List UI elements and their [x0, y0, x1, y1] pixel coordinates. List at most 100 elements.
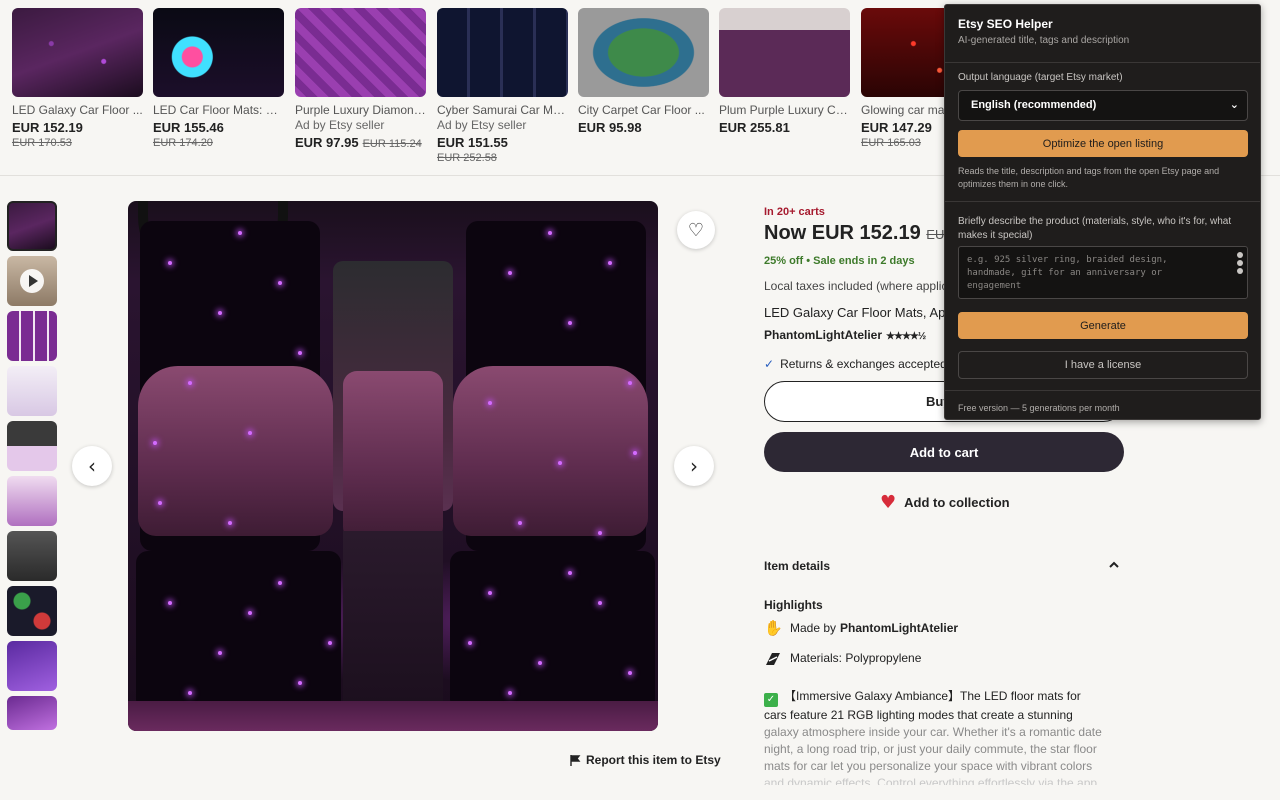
- recommendation-image[interactable]: [12, 8, 143, 97]
- star-light: [153, 441, 157, 445]
- description-line: galaxy atmosphere inside your car. Wheth…: [764, 725, 1102, 739]
- image-thumbnail-app[interactable]: [7, 366, 57, 416]
- star-light: [628, 671, 632, 675]
- recommendation-card[interactable]: Cyber Samurai Car Mat... Ad by Etsy selle…: [437, 8, 568, 164]
- star-light: [188, 381, 192, 385]
- recommendation-title[interactable]: Cyber Samurai Car Mat...: [437, 103, 568, 117]
- star-light: [168, 261, 172, 265]
- next-image-button[interactable]: ›: [674, 446, 714, 486]
- image-thumbnail-controller[interactable]: [7, 421, 57, 471]
- star-light: [278, 581, 282, 585]
- recommendation-title[interactable]: LED Car Floor Mats: St...: [153, 103, 284, 117]
- recommendation-title[interactable]: City Carpet Car Floor ...: [578, 103, 709, 117]
- recommendation-price: EUR 255.81: [719, 120, 850, 135]
- price-value: EUR 255.81: [719, 120, 790, 135]
- generate-button[interactable]: Generate: [958, 312, 1248, 339]
- add-to-collection-button[interactable]: ♥ Add to collection: [880, 492, 1010, 513]
- recommendation-card[interactable]: Purple Luxury Diamond... Ad by Etsy selle…: [295, 8, 426, 150]
- ad-label: Ad by Etsy seller: [295, 118, 385, 132]
- star-rating: ★★★★½: [886, 331, 926, 342]
- flag-icon: [570, 754, 581, 766]
- seo-helper-panel: Etsy SEO Helper AI-generated title, tags…: [944, 4, 1261, 420]
- recommendation-image[interactable]: [153, 8, 284, 97]
- recommendation-card[interactable]: LED Galaxy Car Floor ... EUR 152.19 EUR 17…: [12, 8, 143, 149]
- front-left-seat: [138, 366, 333, 536]
- checkmark-icon: ✓: [764, 357, 775, 371]
- star-light: [468, 641, 472, 645]
- rear-right-mat: [450, 551, 655, 711]
- star-light: [633, 451, 637, 455]
- discount-label: 25% off: [764, 255, 804, 267]
- image-thumbnail-purple2[interactable]: [7, 696, 57, 730]
- highlights-heading: Highlights: [764, 598, 823, 612]
- star-light: [538, 661, 542, 665]
- shop-name-link[interactable]: PhantomLightAtelier: [764, 328, 882, 342]
- image-thumbnail-lifestyle[interactable]: [7, 476, 57, 526]
- star-light: [238, 231, 242, 235]
- made-by-shop[interactable]: PhantomLightAtelier: [840, 621, 958, 635]
- old-price: EUR 174.20: [153, 137, 213, 149]
- star-light: [598, 531, 602, 535]
- recommendation-image[interactable]: [437, 8, 568, 97]
- star-light: [158, 501, 162, 505]
- image-thumbnail-multi[interactable]: [7, 586, 57, 636]
- recommendation-card[interactable]: City Carpet Car Floor ... EUR 95.98: [578, 8, 709, 135]
- recommendation-card[interactable]: Plum Purple Luxury Cu... EUR 255.81: [719, 8, 850, 135]
- recommendation-card[interactable]: LED Car Floor Mats: St... EUR 155.46 EUR 1…: [153, 8, 284, 149]
- chevron-right-icon: ›: [690, 454, 698, 478]
- panel-subtitle: AI-generated title, tags and description: [958, 35, 1130, 46]
- price-value: EUR 97.95: [295, 135, 359, 150]
- description-line: cars feature 21 RGB lighting modes that …: [764, 708, 1073, 722]
- favorite-button[interactable]: ♡: [677, 211, 715, 249]
- recommendation-image[interactable]: [719, 8, 850, 97]
- star-light: [508, 271, 512, 275]
- star-light: [218, 311, 222, 315]
- price-value: EUR 95.98: [578, 120, 642, 135]
- report-item-link[interactable]: Report this item to Etsy: [570, 753, 721, 767]
- item-details-toggle[interactable]: Item details: [764, 559, 1124, 573]
- materials-label: Materials: Polypropylene: [790, 651, 922, 665]
- item-description: ✓ 【Immersive Galaxy Ambiance】The LED floo…: [764, 688, 1126, 785]
- previous-image-button[interactable]: ‹: [72, 446, 112, 486]
- hand-icon: ✋: [764, 619, 783, 637]
- ad-label: Ad by Etsy seller: [437, 118, 527, 132]
- description-line: mats for car let you personalize your sp…: [764, 759, 1093, 773]
- recommendation-title[interactable]: Purple Luxury Diamond...: [295, 103, 426, 117]
- main-product-image[interactable]: [128, 201, 658, 731]
- recommendation-title[interactable]: Plum Purple Luxury Cu...: [719, 103, 850, 117]
- language-value: English (recommended): [971, 99, 1097, 111]
- star-light: [248, 431, 252, 435]
- divider: [945, 390, 1260, 391]
- star-light: [298, 351, 302, 355]
- recommendation-image[interactable]: [578, 8, 709, 97]
- divider: [945, 62, 1260, 63]
- recommendation-title[interactable]: LED Galaxy Car Floor ...: [12, 103, 143, 117]
- price-now: Now EUR 152.19: [764, 222, 921, 244]
- product-description-input[interactable]: e.g. 925 silver ring, braided design, ha…: [958, 246, 1248, 299]
- collection-label: Add to collection: [904, 495, 1010, 510]
- image-thumbnail-dark[interactable]: [7, 531, 57, 581]
- image-thumbnail-galaxy-grid[interactable]: [7, 311, 57, 361]
- language-select[interactable]: English (recommended) ⌄: [958, 90, 1248, 121]
- textarea-scrollbar[interactable]: [1236, 250, 1244, 295]
- description-placeholder: e.g. 925 silver ring, braided design, ha…: [967, 255, 1168, 291]
- optimize-listing-button[interactable]: Optimize the open listing: [958, 130, 1248, 157]
- recommendation-image[interactable]: [295, 8, 426, 97]
- star-light: [328, 641, 332, 645]
- chevron-up-icon: [1109, 561, 1119, 568]
- add-to-cart-button[interactable]: Add to cart: [764, 432, 1124, 472]
- image-thumbnail-video[interactable]: [7, 256, 57, 306]
- star-light: [548, 231, 552, 235]
- star-light: [558, 461, 562, 465]
- star-light: [488, 401, 492, 405]
- returns-label: Returns & exchanges accepted: [780, 357, 947, 371]
- license-button[interactable]: I have a license: [958, 351, 1248, 379]
- image-thumbnail-galaxy[interactable]: [7, 201, 57, 251]
- description-line: night, a long road trip, or just your da…: [764, 742, 1097, 756]
- image-thumbnail-purple[interactable]: [7, 641, 57, 691]
- image-thumbnails: [7, 201, 58, 735]
- recommendation-price: EUR 155.46: [153, 120, 284, 135]
- chevron-down-icon: ⌄: [1229, 98, 1239, 111]
- play-icon: [20, 269, 44, 293]
- optimize-note: Reads the title, description and tags fr…: [958, 166, 1220, 189]
